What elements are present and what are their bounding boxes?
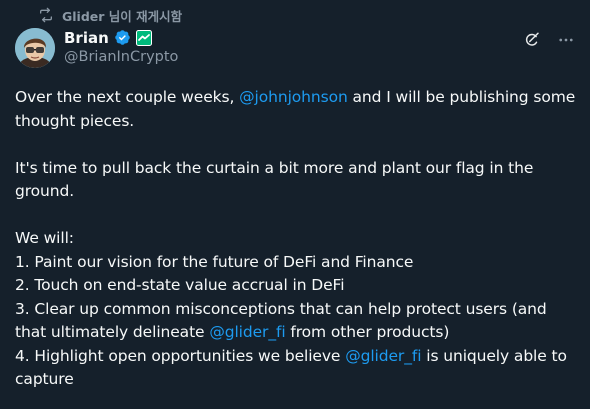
list-item-continuation: that ultimately delineate @glider_fi fro… — [15, 321, 585, 345]
tweet-text: Over the next couple weeks, @johnjohnson… — [15, 86, 585, 392]
text-segment: is uniquely able to — [421, 346, 567, 365]
more-dots-icon[interactable] — [556, 30, 576, 50]
repost-text: Glider 님이 재게시함 — [62, 8, 183, 24]
repost-indicator[interactable]: Glider 님이 재게시함 — [38, 6, 182, 24]
top-actions — [522, 30, 576, 50]
text-line: Over the next couple weeks, @johnjohnson… — [15, 86, 585, 110]
list-item: 2. Touch on end-state value accrual in D… — [15, 276, 345, 294]
text-line: We will: — [15, 229, 74, 247]
grok-icon[interactable] — [522, 30, 542, 50]
avatar[interactable] — [15, 28, 55, 68]
author-handle[interactable]: @BrianInCrypto — [64, 49, 178, 65]
text-line: It's time to pull back the curtain a bit… — [15, 158, 534, 177]
list-item: 4. Highlight open opportunities we belie… — [15, 345, 585, 369]
text-line: ground. — [15, 182, 75, 200]
text-segment: Over the next couple weeks, — [15, 88, 240, 106]
repost-icon — [38, 7, 54, 23]
text-segment: from other products) — [285, 323, 450, 341]
name-row: Brian — [64, 28, 178, 47]
mention-link[interactable]: @johnjohnson — [239, 88, 348, 106]
text-segment: 4. Highlight open opportunities we belie… — [15, 346, 346, 365]
text-line: thought pieces. — [15, 111, 135, 130]
text-segment: that ultimately delineate — [15, 323, 210, 341]
author-block: Brian @BrianInCrypto — [64, 28, 178, 68]
list-item: 3. Clear up common misconceptions that c… — [15, 299, 547, 318]
list-item-continuation: capture — [15, 370, 74, 388]
mention-link[interactable]: @glider_fi — [345, 347, 421, 365]
display-name[interactable]: Brian — [64, 29, 109, 47]
affiliate-badge-icon[interactable] — [135, 29, 152, 46]
text-segment: and I will be publishing some — [347, 88, 576, 106]
list-item: 1. Paint our vision for the future of De… — [15, 252, 414, 271]
verified-badge-icon[interactable] — [114, 29, 131, 46]
mention-link[interactable]: @glider_fi — [209, 323, 285, 341]
